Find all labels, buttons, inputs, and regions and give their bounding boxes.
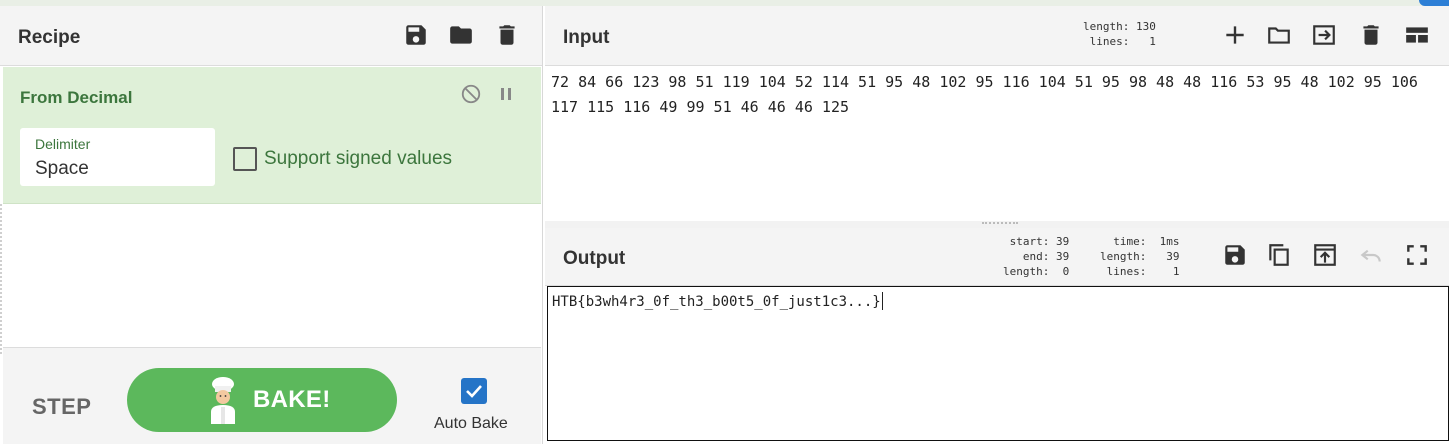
operation-from-decimal[interactable]: From Decimal Delimiter Space Support sig… (3, 67, 541, 204)
folder-icon[interactable] (1266, 22, 1292, 48)
operation-title: From Decimal (20, 88, 133, 107)
trash-icon[interactable] (1358, 22, 1384, 48)
input-file-icon[interactable] (1311, 22, 1337, 48)
input-textarea[interactable]: 72 84 66 123 98 51 119 104 52 114 51 95 … (551, 70, 1446, 120)
text-caret (881, 292, 883, 310)
folder-icon[interactable] (448, 22, 474, 48)
save-icon[interactable] (403, 22, 429, 48)
disable-operation-icon[interactable] (460, 83, 482, 105)
recipe-panel: Recipe From Decimal Delimiter Space Supp… (0, 6, 543, 444)
breakpoint-pause-icon[interactable] (497, 85, 515, 103)
replace-input-icon[interactable] (1312, 242, 1338, 268)
delimiter-value[interactable]: Space (35, 158, 89, 180)
layout-icon[interactable] (1404, 22, 1430, 48)
delimiter-field[interactable]: Delimiter Space (20, 128, 215, 186)
recipe-controls: STEP BAKE! Auto Bake (3, 347, 541, 444)
input-title: Input (563, 27, 610, 48)
input-stats: length: 130 lines: 1 (1083, 20, 1156, 48)
delimiter-label: Delimiter (35, 136, 91, 152)
trash-icon[interactable] (494, 22, 520, 48)
plus-icon[interactable] (1222, 22, 1248, 48)
chef-icon (205, 376, 241, 424)
output-stats-position: start: 39 end: 39 length: 0 (1003, 235, 1070, 278)
output-value: HTB{b3wh4r3_0f_th3_b00t5_0f_just1c3...} (552, 294, 881, 310)
auto-bake-checkbox[interactable] (461, 378, 487, 404)
divider-grip[interactable] (982, 222, 1018, 226)
output-header: Output start: 39 end: 39 length: 0 time:… (545, 228, 1449, 286)
panel-divider[interactable] (545, 221, 1449, 228)
output-textarea[interactable]: HTB{b3wh4r3_0f_th3_b00t5_0f_just1c3...} (547, 286, 1449, 441)
recipe-title: Recipe (18, 27, 81, 48)
resize-handle[interactable] (0, 204, 3, 354)
output-title: Output (563, 248, 626, 269)
bake-button[interactable]: BAKE! (127, 368, 397, 432)
output-panel: Output start: 39 end: 39 length: 0 time:… (545, 228, 1449, 444)
save-icon[interactable] (1222, 242, 1248, 268)
bake-label: BAKE! (253, 386, 331, 413)
recipe-header: Recipe (0, 6, 542, 66)
undo-icon[interactable] (1358, 242, 1384, 268)
input-header: Input length: 130 lines: 1 (545, 6, 1449, 66)
fullscreen-icon[interactable] (1404, 242, 1430, 268)
output-stats-timing: time: 1ms length: 39 lines: 1 (1100, 235, 1180, 278)
auto-bake-label[interactable]: Auto Bake (434, 415, 508, 433)
support-signed-label[interactable]: Support signed values (264, 148, 452, 170)
step-button[interactable]: STEP (32, 394, 91, 420)
support-signed-checkbox[interactable] (233, 147, 257, 171)
input-panel: Input length: 130 lines: 1 72 84 66 123 … (545, 6, 1449, 221)
copy-icon[interactable] (1266, 242, 1292, 268)
